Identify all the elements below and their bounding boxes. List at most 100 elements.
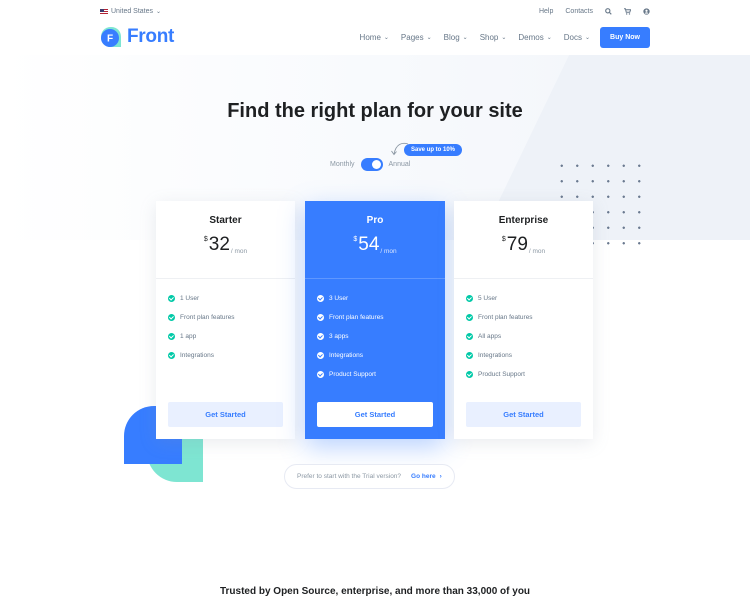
feature-label: 1 app	[180, 333, 197, 340]
plan-name: Pro	[366, 215, 384, 226]
go-here-link[interactable]: Go here ›	[411, 473, 442, 480]
feature-item: 1 User	[168, 289, 295, 308]
chevron-down-icon: ⌄	[585, 34, 591, 41]
svg-text:F: F	[107, 34, 113, 45]
feature-item: Product Support	[466, 365, 593, 384]
language-label: United States	[111, 7, 154, 15]
price-amount: 79	[506, 234, 528, 255]
feature-item: Front plan features	[466, 308, 593, 327]
nav-pages-label: Pages	[400, 32, 424, 42]
billing-toggle: Monthly Annual	[330, 158, 410, 171]
price: $ 54 / mon	[305, 234, 445, 256]
feature-label: Integrations	[180, 352, 214, 359]
feature-item: Integrations	[466, 346, 593, 365]
feature-list: 1 User Front plan features 1 app Integra…	[156, 279, 295, 365]
price-period: / mon	[380, 248, 397, 255]
feature-label: Integrations	[478, 352, 512, 359]
check-icon	[466, 295, 473, 302]
chevron-down-icon: ⌄	[383, 34, 389, 41]
feature-item: Integrations	[317, 346, 445, 365]
feature-label: Front plan features	[478, 314, 533, 321]
nav-docs[interactable]: Docs ⌄	[564, 33, 590, 42]
feature-label: Front plan features	[180, 314, 235, 321]
nav-shop-label: Shop	[479, 32, 499, 42]
nav-demos[interactable]: Demos ⌄	[518, 33, 551, 42]
nav-blog[interactable]: Blog ⌄	[444, 33, 468, 42]
brand-name: Front	[127, 26, 175, 47]
feature-label: Product Support	[478, 371, 525, 378]
chevron-down-icon: ⌄	[426, 34, 432, 41]
check-icon	[168, 314, 175, 321]
check-icon	[466, 371, 473, 378]
check-icon	[317, 352, 324, 359]
get-started-button[interactable]: Get Started	[317, 402, 433, 427]
feature-item: Product Support	[317, 365, 445, 384]
nav-pages[interactable]: Pages ⌄	[401, 33, 432, 42]
feature-label: 1 User	[180, 295, 200, 302]
check-icon	[168, 295, 175, 302]
currency: $	[203, 236, 208, 243]
price-period: / mon	[528, 248, 546, 255]
plan-name: Starter	[209, 215, 242, 226]
main-nav: Home ⌄ Pages ⌄ Blog ⌄ Shop ⌄ Demos ⌄ Docs ⌄ Bu…	[348, 26, 650, 48]
top-bar: United States ⌄ Help Contacts	[100, 0, 650, 22]
trial-banner: Prefer to start with the Trial version? …	[284, 464, 455, 489]
price-amount: 32	[208, 234, 230, 255]
check-icon	[317, 295, 324, 302]
user-icon[interactable]	[643, 7, 650, 15]
navbar: F Front Home ⌄ Pages ⌄ Blog ⌄ Shop ⌄ Demos ⌄ …	[100, 24, 650, 50]
get-started-button[interactable]: Get Started	[466, 402, 581, 427]
check-icon	[317, 314, 324, 321]
billing-switch[interactable]	[360, 158, 383, 171]
check-icon	[168, 352, 175, 359]
feature-item: 1 app	[168, 327, 295, 346]
feature-label: 3 apps	[329, 333, 349, 340]
nav-home-label: Home	[359, 32, 381, 42]
nav-blog-label: Blog	[443, 32, 460, 42]
annual-label[interactable]: Annual	[389, 161, 411, 168]
nav-shop[interactable]: Shop ⌄	[480, 33, 507, 42]
chevron-right-icon: ›	[439, 473, 442, 480]
feature-item: Front plan features	[317, 308, 445, 327]
trusted-heading: Trusted by Open Source, enterprise, and …	[219, 586, 531, 597]
search-icon[interactable]	[605, 7, 612, 15]
feature-label: Front plan features	[329, 314, 384, 321]
trial-text: Prefer to start with the Trial version?	[297, 473, 402, 480]
feature-item: Front plan features	[168, 308, 295, 327]
feature-item: 3 User	[317, 289, 445, 308]
check-icon	[168, 333, 175, 340]
nav-demos-label: Demos	[518, 32, 544, 42]
contacts-link[interactable]: Contacts	[565, 8, 593, 15]
chevron-down-icon: ⌄	[462, 34, 468, 41]
price-period: / mon	[230, 248, 248, 255]
currency: $	[353, 236, 358, 243]
feature-item: 5 User	[466, 289, 593, 308]
price: $ 32 / mon	[156, 234, 295, 256]
get-started-button[interactable]: Get Started	[168, 402, 283, 427]
chevron-down-icon: ⌄	[501, 34, 507, 41]
brand-logo[interactable]: F Front	[100, 26, 174, 48]
feature-label: Product Support	[329, 371, 376, 378]
cart-icon[interactable]	[624, 7, 631, 15]
monthly-label[interactable]: Monthly	[330, 161, 355, 168]
feature-label: Integrations	[329, 352, 363, 359]
feature-item: All apps	[466, 327, 593, 346]
check-icon	[317, 333, 324, 340]
save-badge: Save up to 10%	[404, 144, 463, 156]
feature-label: All apps	[478, 333, 502, 340]
check-icon	[317, 371, 324, 378]
nav-home[interactable]: Home ⌄	[360, 33, 389, 42]
pricing-card-enterprise: Enterprise $ 79 / mon 5 User Front plan …	[454, 201, 593, 439]
check-icon	[466, 333, 473, 340]
pricing-card-starter: Starter $ 32 / mon 1 User Front plan fea…	[156, 201, 295, 439]
feature-list: 5 User Front plan features All apps Inte…	[454, 279, 593, 384]
feature-label: 3 User	[329, 295, 349, 302]
go-here-label: Go here	[411, 473, 436, 480]
buy-now-button[interactable]: Buy Now	[600, 26, 650, 48]
help-link[interactable]: Help	[539, 8, 553, 15]
feature-item: 3 apps	[317, 327, 445, 346]
currency: $	[501, 236, 506, 243]
check-icon	[466, 352, 473, 359]
feature-list: 3 User Front plan features 3 apps Integr…	[305, 279, 445, 384]
language-selector[interactable]: United States ⌄	[100, 8, 161, 15]
